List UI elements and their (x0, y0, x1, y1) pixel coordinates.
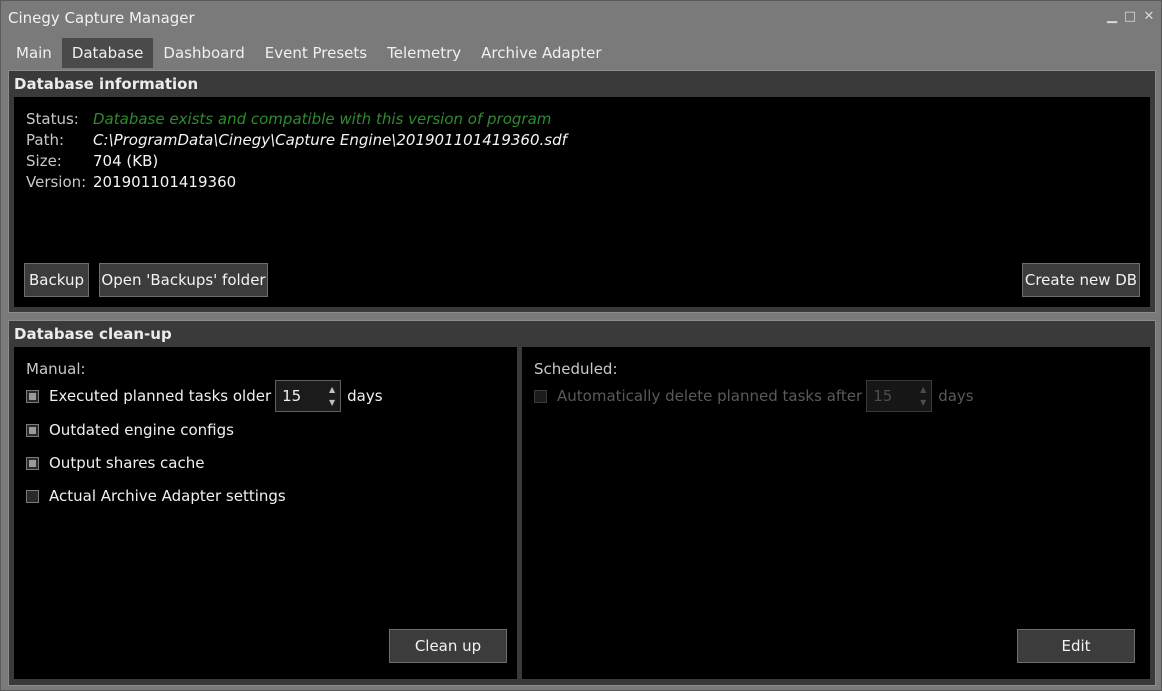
tab-bar: Main Database Dashboard Event Presets Te… (6, 38, 612, 68)
edit-button[interactable]: Edit (1017, 629, 1135, 663)
executed-tasks-days-value[interactable]: 15 (282, 387, 301, 405)
executed-tasks-label: Executed planned tasks older (49, 387, 272, 405)
outdated-configs-row: Outdated engine configs (26, 415, 234, 445)
scheduled-label: Scheduled: (534, 360, 618, 378)
manual-label: Manual: (26, 360, 86, 378)
scheduled-cleanup-section: Scheduled: Automatically delete planned … (522, 347, 1150, 679)
outdated-configs-checkbox[interactable] (26, 423, 39, 437)
clean-up-button[interactable]: Clean up (389, 629, 507, 663)
tab-telemetry[interactable]: Telemetry (377, 38, 471, 68)
tab-event-presets[interactable]: Event Presets (255, 38, 377, 68)
tab-main[interactable]: Main (6, 38, 62, 68)
maximize-icon[interactable]: □ (1122, 8, 1138, 26)
version-label: Version: (26, 173, 87, 191)
outdated-configs-label: Outdated engine configs (49, 421, 234, 439)
title-bar[interactable]: Cinegy Capture Manager ▁ □ ✕ (1, 1, 1161, 36)
executed-tasks-checkbox[interactable] (26, 389, 39, 403)
path-value: C:\ProgramData\Cinegy\Capture Engine\201… (93, 131, 567, 149)
status-label: Status: (26, 110, 79, 128)
auto-delete-checkbox[interactable] (534, 389, 547, 403)
executed-tasks-days-suffix: days (347, 387, 383, 405)
stepper-arrows-icon[interactable]: ▲ ▼ (918, 383, 928, 409)
auto-delete-days-stepper[interactable]: 15 ▲ ▼ (866, 380, 933, 412)
database-cleanup-panel: Database clean-up Manual: Executed plann… (8, 320, 1156, 686)
database-info-heading: Database information (9, 71, 1155, 97)
version-value: 201901101419360 (93, 173, 237, 191)
manual-cleanup-section: Manual: Executed planned tasks older 15 … (14, 347, 517, 679)
database-info-body: Status: Database exists and compatible w… (14, 97, 1150, 307)
tab-archive-adapter[interactable]: Archive Adapter (471, 38, 611, 68)
status-value: Database exists and compatible with this… (93, 110, 552, 128)
output-shares-checkbox[interactable] (26, 456, 39, 470)
database-cleanup-heading: Database clean-up (9, 321, 1155, 347)
size-value: 704 (KB) (93, 152, 159, 170)
database-info-panel: Database information Status: Database ex… (8, 70, 1156, 313)
size-label: Size: (26, 152, 62, 170)
stepper-arrows-icon[interactable]: ▲ ▼ (327, 383, 337, 409)
executed-tasks-row: Executed planned tasks older 15 ▲ ▼ days (26, 380, 383, 412)
minimize-icon[interactable]: ▁ (1104, 8, 1120, 26)
output-shares-row: Output shares cache (26, 448, 204, 478)
output-shares-label: Output shares cache (49, 454, 205, 472)
archive-adapter-settings-checkbox[interactable] (26, 489, 39, 503)
create-new-db-button[interactable]: Create new DB (1022, 263, 1140, 297)
executed-tasks-days-stepper[interactable]: 15 ▲ ▼ (275, 380, 342, 412)
window-title: Cinegy Capture Manager (8, 9, 195, 27)
tab-dashboard[interactable]: Dashboard (153, 38, 254, 68)
backup-button[interactable]: Backup (24, 263, 89, 297)
close-icon[interactable]: ✕ (1141, 8, 1157, 26)
path-label: Path: (26, 131, 65, 149)
archive-adapter-settings-label: Actual Archive Adapter settings (49, 487, 286, 505)
auto-delete-row: Automatically delete planned tasks after… (534, 380, 974, 412)
open-backups-folder-button[interactable]: Open 'Backups' folder (99, 263, 268, 297)
auto-delete-label: Automatically delete planned tasks after (557, 387, 863, 405)
archive-adapter-settings-row: Actual Archive Adapter settings (26, 481, 286, 511)
auto-delete-days-value[interactable]: 15 (873, 387, 892, 405)
auto-delete-days-suffix: days (938, 387, 974, 405)
tab-database[interactable]: Database (61, 38, 154, 68)
app-window: Cinegy Capture Manager ▁ □ ✕ Main Databa… (0, 0, 1162, 691)
